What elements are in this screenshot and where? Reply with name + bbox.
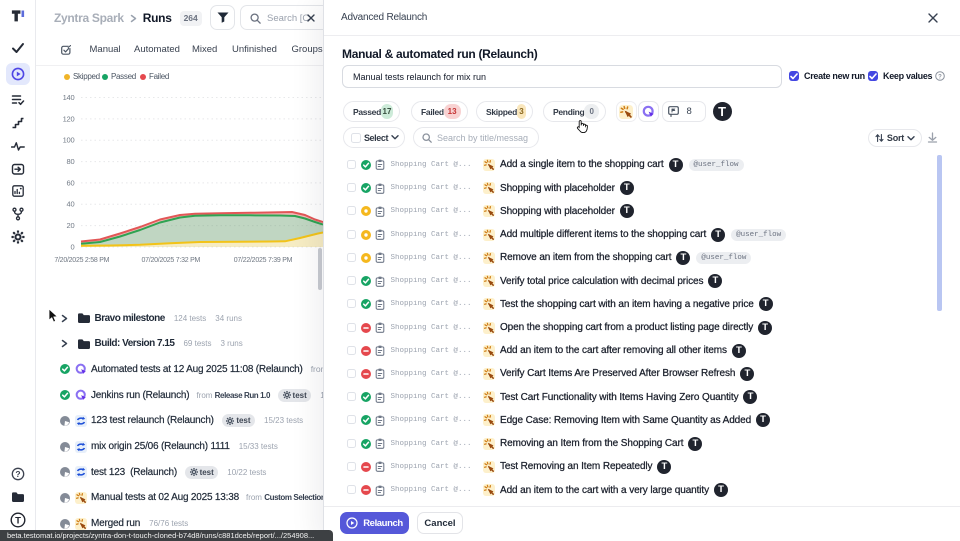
svg-text:?: ? (15, 469, 20, 479)
svg-text:T: T (15, 515, 21, 526)
svg-text:07/22/2025 7:39 PM: 07/22/2025 7:39 PM (234, 257, 293, 264)
svg-text:07/20/2025 7:32 PM: 07/20/2025 7:32 PM (142, 257, 201, 264)
svg-text:20: 20 (67, 221, 75, 230)
svg-text:100: 100 (63, 136, 75, 145)
svg-text:80: 80 (67, 157, 75, 166)
svg-text:40: 40 (67, 200, 75, 209)
svg-text:140: 140 (63, 93, 75, 102)
svg-text:?: ? (938, 74, 942, 80)
svg-text:60: 60 (67, 178, 75, 187)
svg-text:7/20/2025 2:58 PM: 7/20/2025 2:58 PM (54, 257, 109, 264)
svg-text:0: 0 (71, 242, 75, 251)
svg-text:120: 120 (63, 114, 75, 123)
